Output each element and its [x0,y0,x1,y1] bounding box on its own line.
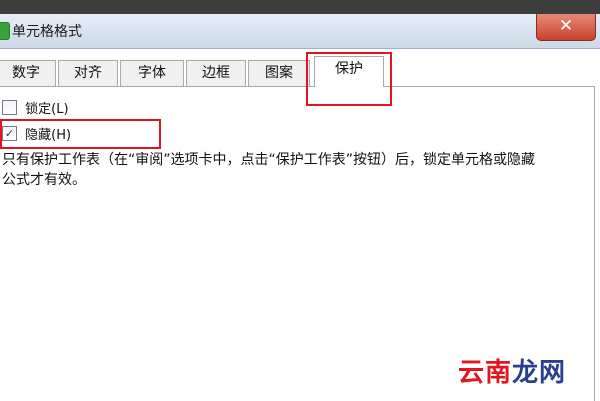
lock-checkbox-row[interactable]: 锁定(L) [2,98,69,117]
tab-protection[interactable]: 保护 [314,56,384,87]
tab-alignment[interactable]: 对齐 [58,60,118,86]
watermark-red-text: 云南 [458,358,513,388]
watermark-blue-text: 龙网 [512,358,567,388]
close-button[interactable]: ✕ [536,14,596,41]
dialog-title: 单元格格式 [12,24,82,40]
close-icon: ✕ [558,16,574,36]
watermark: 云南龙网 [458,352,566,389]
protection-note: 只有保护工作表（在“审阅”选项卡中，点击“保护工作表”按钮）后，锁定单元格或隐藏… [2,152,536,188]
highlight-box-hide [0,119,161,149]
lock-checkbox[interactable] [2,100,17,115]
tab-border[interactable]: 边框 [186,60,246,86]
tab-number[interactable]: 数字 [0,60,56,86]
tab-pattern[interactable]: 图案 [248,60,310,86]
tab-font[interactable]: 字体 [120,60,184,86]
app-icon [0,22,10,40]
window-top-edge [0,0,600,14]
dialog-title-bar[interactable]: 单元格格式 ✕ [0,14,600,49]
lock-label: 锁定(L) [25,102,69,117]
